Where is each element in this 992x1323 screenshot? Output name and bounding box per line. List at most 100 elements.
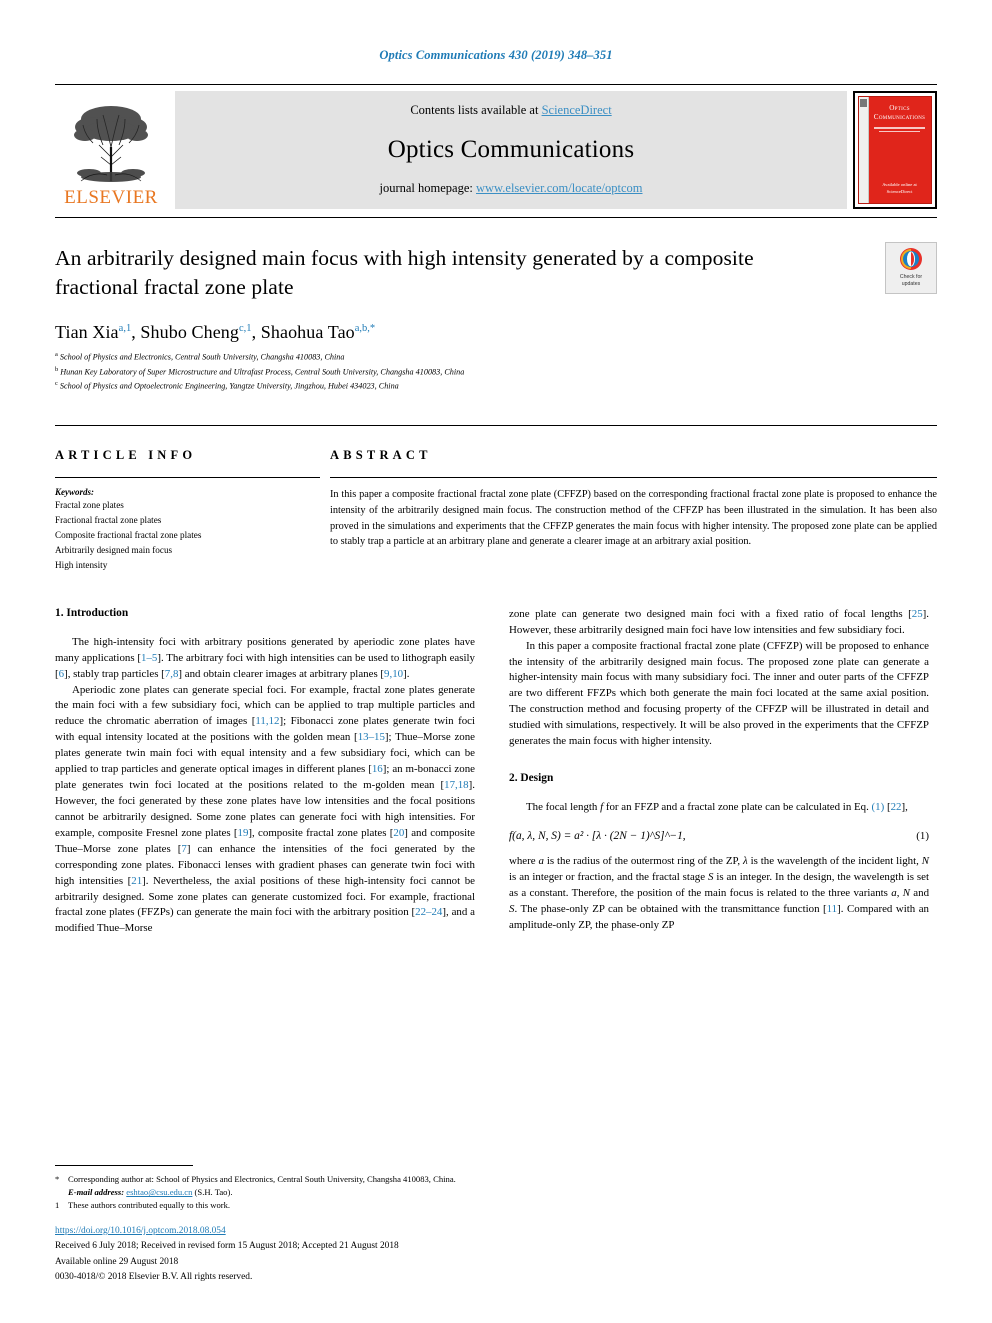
body-column-left: 1. Introduction The high-intensity foci … [55,607,475,938]
section-heading-design: 2. Design [509,772,554,785]
keywords-list: Fractal zone plates Fractional fractal z… [55,498,320,573]
keyword-item: Fractional fractal zone plates [55,515,162,526]
crossmark-label-line1: Check for [899,274,923,280]
article-info-column: ARTICLE INFO Keywords: Fractal zone plat… [55,448,320,573]
journal-homepage-line: journal homepage: www.elsevier.com/locat… [380,181,643,196]
citation-link[interactable]: 22–24 [415,906,442,918]
running-head: Optics Communications 430 (2019) 348–351 [379,48,613,62]
footnote-corresponding-author: * Corresponding author at: School of Phy… [55,1173,475,1186]
citation-link[interactable]: (1) [872,801,885,813]
affiliation-mark: b [55,365,59,373]
journal-homepage-link[interactable]: www.elsevier.com/locate/optcom [476,181,643,195]
cover-title: Optics Communications [868,101,931,122]
journal-title: Optics Communications [387,135,635,163]
equation-lhs: f(a, λ, N, S) [509,830,561,843]
citation-link[interactable]: 17,18 [444,779,469,791]
email-suffix: (S.H. Tao). [192,1187,233,1198]
text-run: The focal length [526,801,601,814]
crossmark-badge[interactable]: Check for updates [885,242,937,294]
abstract-text: In this paper a composite fractional fra… [330,489,937,548]
author-name: Shubo Cheng [140,322,240,343]
copyright-line: 0030-4018/© 2018 Elsevier B.V. All right… [55,1271,253,1282]
crossmark-icon [900,248,922,270]
citation-link[interactable]: 21 [131,875,142,887]
body-column-right: zone plate can generate two designed mai… [509,607,929,938]
available-online-line: Available online 29 August 2018 [55,1256,179,1267]
citation-link[interactable]: 22 [891,801,902,813]
author-entry: Shaohua Taoa,b,* [261,322,375,342]
text-run: and [909,886,930,899]
keyword-item: Fractal zone plates [55,500,124,511]
citation-link[interactable]: 20 [393,827,404,839]
email-link[interactable]: eshtao@csu.edu.cn [126,1187,192,1197]
author-marks: a,1 [118,323,132,335]
crossmark-label-line2: updates [901,281,921,288]
author-list: Tian Xiaa,1, Shubo Chengc,1, Shaohua Tao… [55,322,937,343]
citation-link[interactable]: 1–5 [141,652,157,664]
text-run: is the radius of the outermost ring of t… [543,855,743,868]
text-run: is the wavelength of the incident light, [747,855,922,868]
citation-link[interactable]: 9,10 [384,668,403,680]
citation-link[interactable]: 19 [238,827,249,839]
citation-link[interactable]: 11 [827,903,838,915]
footnote-equal-contribution: 1 These authors contributed equally to t… [55,1199,475,1212]
text-run: N [902,886,910,899]
text-run: ], composite fractal zone plates [ [248,826,394,839]
citation-link[interactable]: 13–15 [358,731,385,743]
journal-masthead: ELSEVIER Contents lists available at Sci… [55,84,937,209]
abstract-column: ABSTRACT In this paper a composite fract… [320,448,937,573]
cover-title-line2: Communications [873,113,926,121]
affiliation-item: c School of Physics and Optoelectronic En… [55,379,937,393]
text-run: where [509,855,539,868]
paper-page: Optics Communications 430 (2019) 348–351 [0,0,992,1323]
homepage-prefix: journal homepage: [379,181,476,195]
elsevier-tree-icon [74,106,148,182]
equation-body: f(a, λ, N, S) = a² · [λ · (2N − 1)^S]^−1… [509,830,686,842]
affiliation-text: School of Physics and Electronics, Centr… [59,353,345,363]
paragraph: where a is the radius of the outermost r… [509,854,929,934]
footnote-email: E-mail address: eshtao@csu.edu.cn (S.H. … [55,1186,475,1199]
equation-row: f(a, λ, N, S) = a² · [λ · (2N − 1)^S]^−1… [509,830,929,842]
text-run: ] and obtain clearer images at arbitrary… [178,667,385,680]
contents-prefix: Contents lists available at [410,103,542,117]
doi-link[interactable]: https://doi.org/10.1016/j.optcom.2018.08… [55,1226,226,1236]
article-info-abstract-block: ARTICLE INFO Keywords: Fractal zone plat… [55,425,937,573]
cover-inner: Optics Communications Available online a… [858,96,932,204]
title-block: An arbitrarily designed main focus with … [55,218,937,393]
citation-link[interactable]: 7,8 [165,668,179,680]
equation-number: (1) [916,830,929,843]
text-run: In this paper a composite fractional fra… [509,639,929,748]
footnote-zone: * Corresponding author at: School of Phy… [55,1165,475,1285]
paragraph: Aperiodic zone plates can generate speci… [55,683,475,938]
affiliation-text: School of Physics and Optoelectronic Eng… [59,381,399,391]
received-line: Received 6 July 2018; Received in revise… [55,1241,399,1252]
text-run: ], [901,801,908,814]
citation-link[interactable]: 16 [372,763,383,775]
text-run: ], stably trap particles [ [64,667,165,680]
keyword-item: Arbitrarily designed main focus [55,544,173,555]
cover-footer: Available online at ScienceDirect [868,182,931,196]
footnote-mark: * [55,1174,60,1185]
footnote-mark-spacer [55,1186,64,1199]
citation-link[interactable]: 11,12 [255,715,279,727]
author-entry: Tian Xiaa,1, [55,322,140,342]
paragraph: zone plate can generate two designed mai… [509,607,929,639]
author-name: Tian Xia [55,322,119,343]
journal-cover-thumbnail: Optics Communications Available online a… [853,91,937,209]
journal-band: Contents lists available at ScienceDirec… [175,91,847,209]
affiliation-list: a School of Physics and Electronics, Cent… [55,350,937,393]
footnote-text: E-mail address: eshtao@csu.edu.cn (S.H. … [68,1186,475,1199]
citation-link[interactable]: 25 [912,608,923,620]
author-sep: , [251,322,261,343]
abstract-heading: ABSTRACT [330,448,432,463]
elsevier-wordmark: ELSEVIER [64,187,158,208]
affiliation-text: Hunan Key Laboratory of Super Microstruc… [60,367,465,377]
article-info-heading: ARTICLE INFO [55,448,197,463]
footnote-text: These authors contributed equally to thi… [68,1200,231,1211]
email-label: E-mail address: [68,1187,125,1198]
doi-line: https://doi.org/10.1016/j.optcom.2018.08… [55,1224,475,1239]
author-entry: Shubo Chengc,1, [140,322,260,342]
cover-subtitle-lines [868,127,931,132]
section-heading-introduction: 1. Introduction [55,606,129,619]
sciencedirect-link[interactable]: ScienceDirect [542,103,612,117]
